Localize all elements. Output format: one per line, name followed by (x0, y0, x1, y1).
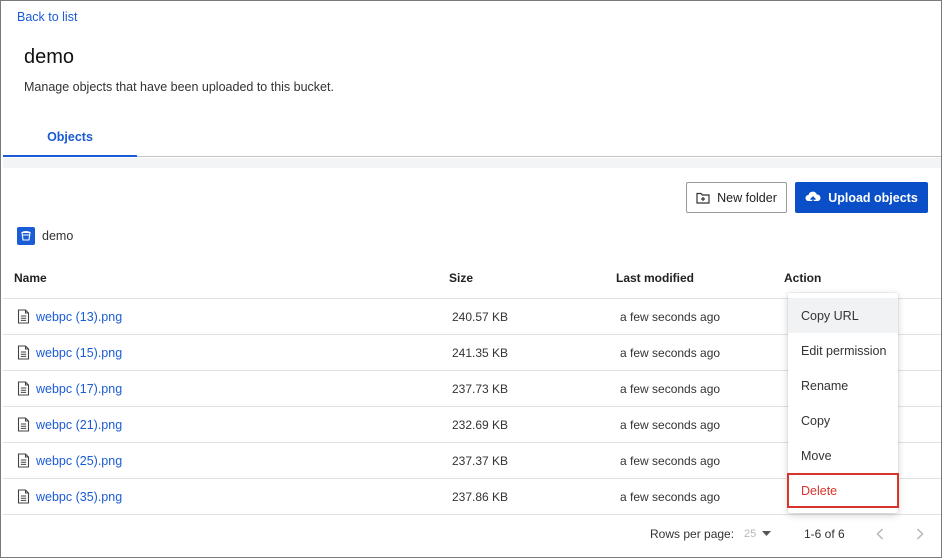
rows-per-page-select[interactable]: 25 (744, 524, 772, 544)
breadcrumb-bucket[interactable]: demo (42, 229, 73, 243)
file-name-link[interactable]: webpc (35).png (36, 490, 122, 504)
cloud-upload-icon (805, 191, 821, 204)
page-title: demo (24, 46, 75, 68)
column-header-size[interactable]: Size (449, 271, 473, 285)
size-cell: 237.73 KB (452, 381, 509, 396)
menu-item-rename[interactable]: Rename (788, 368, 898, 403)
file-text-icon (17, 417, 30, 432)
file-text-icon (17, 309, 30, 324)
file-text-icon (17, 453, 30, 468)
last-modified-cell: a few seconds ago (620, 345, 721, 360)
upload-objects-label: Upload objects (828, 190, 918, 205)
name-cell: webpc (35).png (17, 479, 122, 514)
size-cell: 240.57 KB (452, 309, 509, 324)
next-page-button[interactable] (910, 523, 930, 545)
name-cell: webpc (25).png (17, 443, 122, 478)
back-to-list-link[interactable]: Back to list (17, 10, 77, 24)
column-header-name[interactable]: Name (14, 271, 47, 285)
file-name-link[interactable]: webpc (17).png (36, 382, 122, 396)
caret-down-icon (762, 531, 772, 536)
tab-objects[interactable]: Objects (3, 119, 137, 157)
file-name-link[interactable]: webpc (21).png (36, 418, 122, 432)
breadcrumb: demo (17, 226, 73, 245)
file-text-icon (17, 381, 30, 396)
size-cell: 237.37 KB (452, 453, 509, 468)
file-name-link[interactable]: webpc (15).png (36, 346, 122, 360)
name-cell: webpc (13).png (17, 299, 122, 334)
page-subtitle: Manage objects that have been uploaded t… (24, 80, 334, 94)
chevron-right-icon (916, 528, 924, 540)
rows-per-page-label: Rows per page: (650, 527, 735, 541)
last-modified-cell: a few seconds ago (620, 489, 721, 504)
column-header-action: Action (784, 271, 822, 285)
file-text-icon (17, 345, 30, 360)
menu-item-edit-permission[interactable]: Edit permission (788, 333, 898, 368)
menu-item-delete[interactable]: Delete (787, 473, 899, 508)
prev-page-button[interactable] (870, 523, 890, 545)
menu-item-copy-url[interactable]: Copy URL (788, 298, 898, 333)
file-name-link[interactable]: webpc (25).png (36, 454, 122, 468)
pagination-bar: Rows per page: 25 1-6 of 6 (3, 513, 941, 557)
upload-objects-button[interactable]: Upload objects (795, 182, 928, 213)
action-menu: Copy URL Edit permission Rename Copy Mov… (787, 293, 899, 513)
tab-bar: Objects (3, 119, 941, 157)
menu-item-copy[interactable]: Copy (788, 403, 898, 438)
name-cell: webpc (17).png (17, 371, 122, 406)
file-text-icon (17, 489, 30, 504)
last-modified-cell: a few seconds ago (620, 453, 721, 468)
new-folder-label: New folder (717, 190, 777, 205)
last-modified-cell: a few seconds ago (620, 309, 721, 324)
bucket-icon (17, 226, 35, 245)
name-cell: webpc (21).png (17, 407, 122, 442)
size-cell: 241.35 KB (452, 345, 509, 360)
chevron-left-icon (876, 528, 884, 540)
last-modified-cell: a few seconds ago (620, 381, 721, 396)
toolbar-divider (3, 158, 941, 168)
column-header-last-modified[interactable]: Last modified (616, 271, 694, 285)
size-cell: 237.86 KB (452, 489, 509, 504)
last-modified-cell: a few seconds ago (620, 417, 721, 432)
new-folder-button[interactable]: New folder (686, 182, 787, 213)
menu-item-move[interactable]: Move (788, 438, 898, 473)
file-name-link[interactable]: webpc (13).png (36, 310, 122, 324)
folder-plus-icon (696, 192, 710, 204)
rows-per-page-value: 25 (744, 528, 757, 540)
name-cell: webpc (15).png (17, 335, 122, 370)
size-cell: 232.69 KB (452, 417, 509, 432)
pagination-range: 1-6 of 6 (804, 527, 845, 541)
app-window: Back to list demo Manage objects that ha… (0, 0, 942, 558)
